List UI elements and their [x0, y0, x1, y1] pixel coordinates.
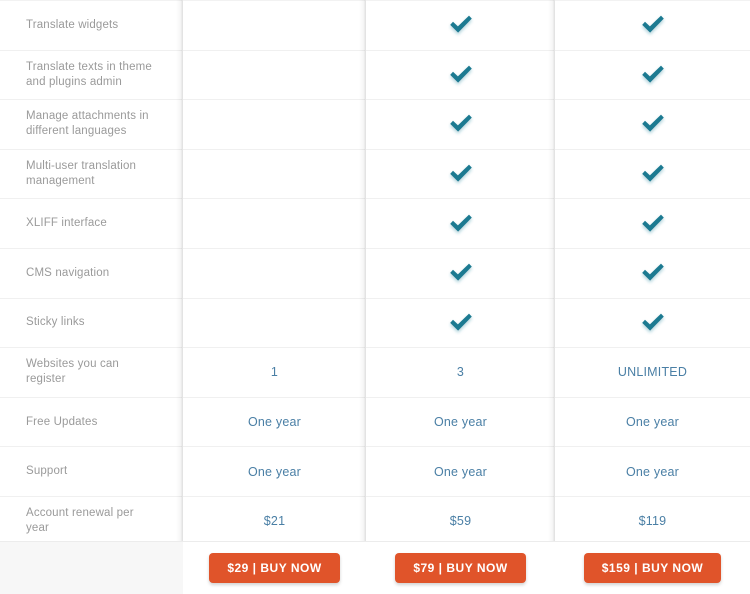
feature-label: Support [26, 465, 68, 478]
plan-value: One year [247, 464, 302, 479]
plan-cell [555, 247, 750, 298]
footer-cell-plan-3: $159 | BUY NOW [555, 542, 750, 594]
plan-cell [366, 198, 555, 248]
feature-label: Manage attachments in different language… [26, 110, 149, 138]
feature-row: Support [0, 446, 183, 496]
plan-cell [183, 0, 366, 50]
check-icon [640, 261, 666, 285]
check-icon [640, 13, 666, 37]
plan-cell: One year [183, 396, 366, 447]
plan-column-2: 3 One year One year $59 [366, 0, 555, 594]
plan-column-3: UNLIMITED One year One year $119 [555, 0, 750, 594]
plan-cell [366, 148, 555, 199]
feature-label: Multi-user translation management [26, 160, 137, 188]
plan-value: 1 [270, 365, 279, 380]
plan-cell: $119 [555, 495, 750, 546]
buy-now-button-plan-2[interactable]: $79 | BUY NOW [395, 553, 526, 583]
plan-cell: One year [555, 396, 750, 447]
feature-label: Translate texts in theme and plugins adm… [26, 60, 152, 88]
check-icon [448, 112, 474, 136]
plan-row-list: 3 One year One year $59 [366, 0, 555, 546]
feature-label: Sticky links [26, 316, 85, 329]
feature-label: Translate widgets [26, 18, 119, 31]
plan-cell: 3 [366, 347, 555, 397]
check-icon [448, 162, 474, 186]
feature-row: Manage attachments in different language… [0, 99, 183, 149]
plan-cell: One year [366, 396, 555, 447]
plan-cell [555, 148, 750, 199]
plan-cell: One year [183, 446, 366, 496]
check-icon [640, 311, 666, 335]
feature-row: Websites you can register [0, 347, 183, 397]
buy-now-button-plan-1[interactable]: $29 | BUY NOW [209, 553, 340, 583]
feature-row: Sticky links [0, 297, 183, 348]
plan-cell [183, 148, 366, 199]
buy-now-button-plan-3[interactable]: $159 | BUY NOW [583, 553, 722, 583]
plan-cell [183, 198, 366, 248]
check-icon [640, 112, 666, 136]
plan-cell: One year [366, 446, 555, 496]
feature-row: Account renewal per year [0, 495, 183, 546]
footer-empty-cell [0, 542, 183, 594]
plan-cell: $21 [183, 495, 366, 546]
plan-cell [366, 0, 555, 50]
plan-cell [555, 99, 750, 149]
feature-label: Free Updates [26, 415, 98, 428]
feature-row: XLIFF interface [0, 198, 183, 248]
plan-cell [366, 49, 555, 100]
plan-cell [366, 297, 555, 348]
plan-value: $59 [449, 514, 472, 529]
feature-column: Translate widgets Translate texts in them… [0, 0, 183, 594]
plan-cell: 1 [183, 347, 366, 397]
check-icon [640, 63, 666, 87]
table-footer: $29 | BUY NOW $79 | BUY NOW $159 | BUY N… [0, 541, 750, 594]
plan-cell [555, 198, 750, 248]
feature-row: Translate texts in theme and plugins adm… [0, 49, 183, 100]
feature-row: Translate widgets [0, 0, 183, 50]
feature-label: Websites you can register [26, 358, 119, 386]
plan-value: $21 [263, 514, 286, 529]
plan-cell [183, 49, 366, 100]
feature-label: CMS navigation [26, 266, 110, 279]
plan-column-1: 1 One year One year $21 [183, 0, 366, 594]
plan-row-list: UNLIMITED One year One year $119 [555, 0, 750, 546]
plan-cell [183, 99, 366, 149]
pricing-comparison-table: Translate widgets Translate texts in them… [0, 0, 750, 594]
feature-label: XLIFF interface [26, 217, 107, 230]
plan-cell: UNLIMITED [555, 347, 750, 397]
check-icon [448, 13, 474, 37]
plan-cell [183, 247, 366, 298]
plan-value: One year [625, 464, 680, 479]
feature-row: CMS navigation [0, 247, 183, 298]
footer-cell-plan-1: $29 | BUY NOW [183, 542, 366, 594]
plan-cell [555, 297, 750, 348]
plan-value: $119 [638, 514, 667, 529]
plan-value: One year [433, 464, 488, 479]
plan-cell: One year [555, 446, 750, 496]
check-icon [640, 212, 666, 236]
plan-value: 3 [456, 365, 465, 380]
feature-row: Free Updates [0, 396, 183, 447]
plan-cell: $59 [366, 495, 555, 546]
check-icon [448, 261, 474, 285]
check-icon [640, 162, 666, 186]
plan-cell [555, 0, 750, 50]
plan-value: One year [625, 415, 680, 430]
plan-row-list: 1 One year One year $21 [183, 0, 366, 546]
plan-cell [555, 49, 750, 100]
plan-value: One year [247, 415, 302, 430]
check-icon [448, 212, 474, 236]
feature-label: Account renewal per year [26, 507, 134, 535]
feature-row-list: Translate widgets Translate texts in them… [0, 0, 183, 546]
check-icon [448, 311, 474, 335]
footer-cell-plan-2: $79 | BUY NOW [366, 542, 555, 594]
plan-cell [366, 99, 555, 149]
plan-cell [366, 247, 555, 298]
plan-cell [183, 297, 366, 348]
plan-value: One year [433, 415, 488, 430]
feature-row: Multi-user translation management [0, 148, 183, 199]
plan-value: UNLIMITED [617, 365, 688, 380]
check-icon [448, 63, 474, 87]
